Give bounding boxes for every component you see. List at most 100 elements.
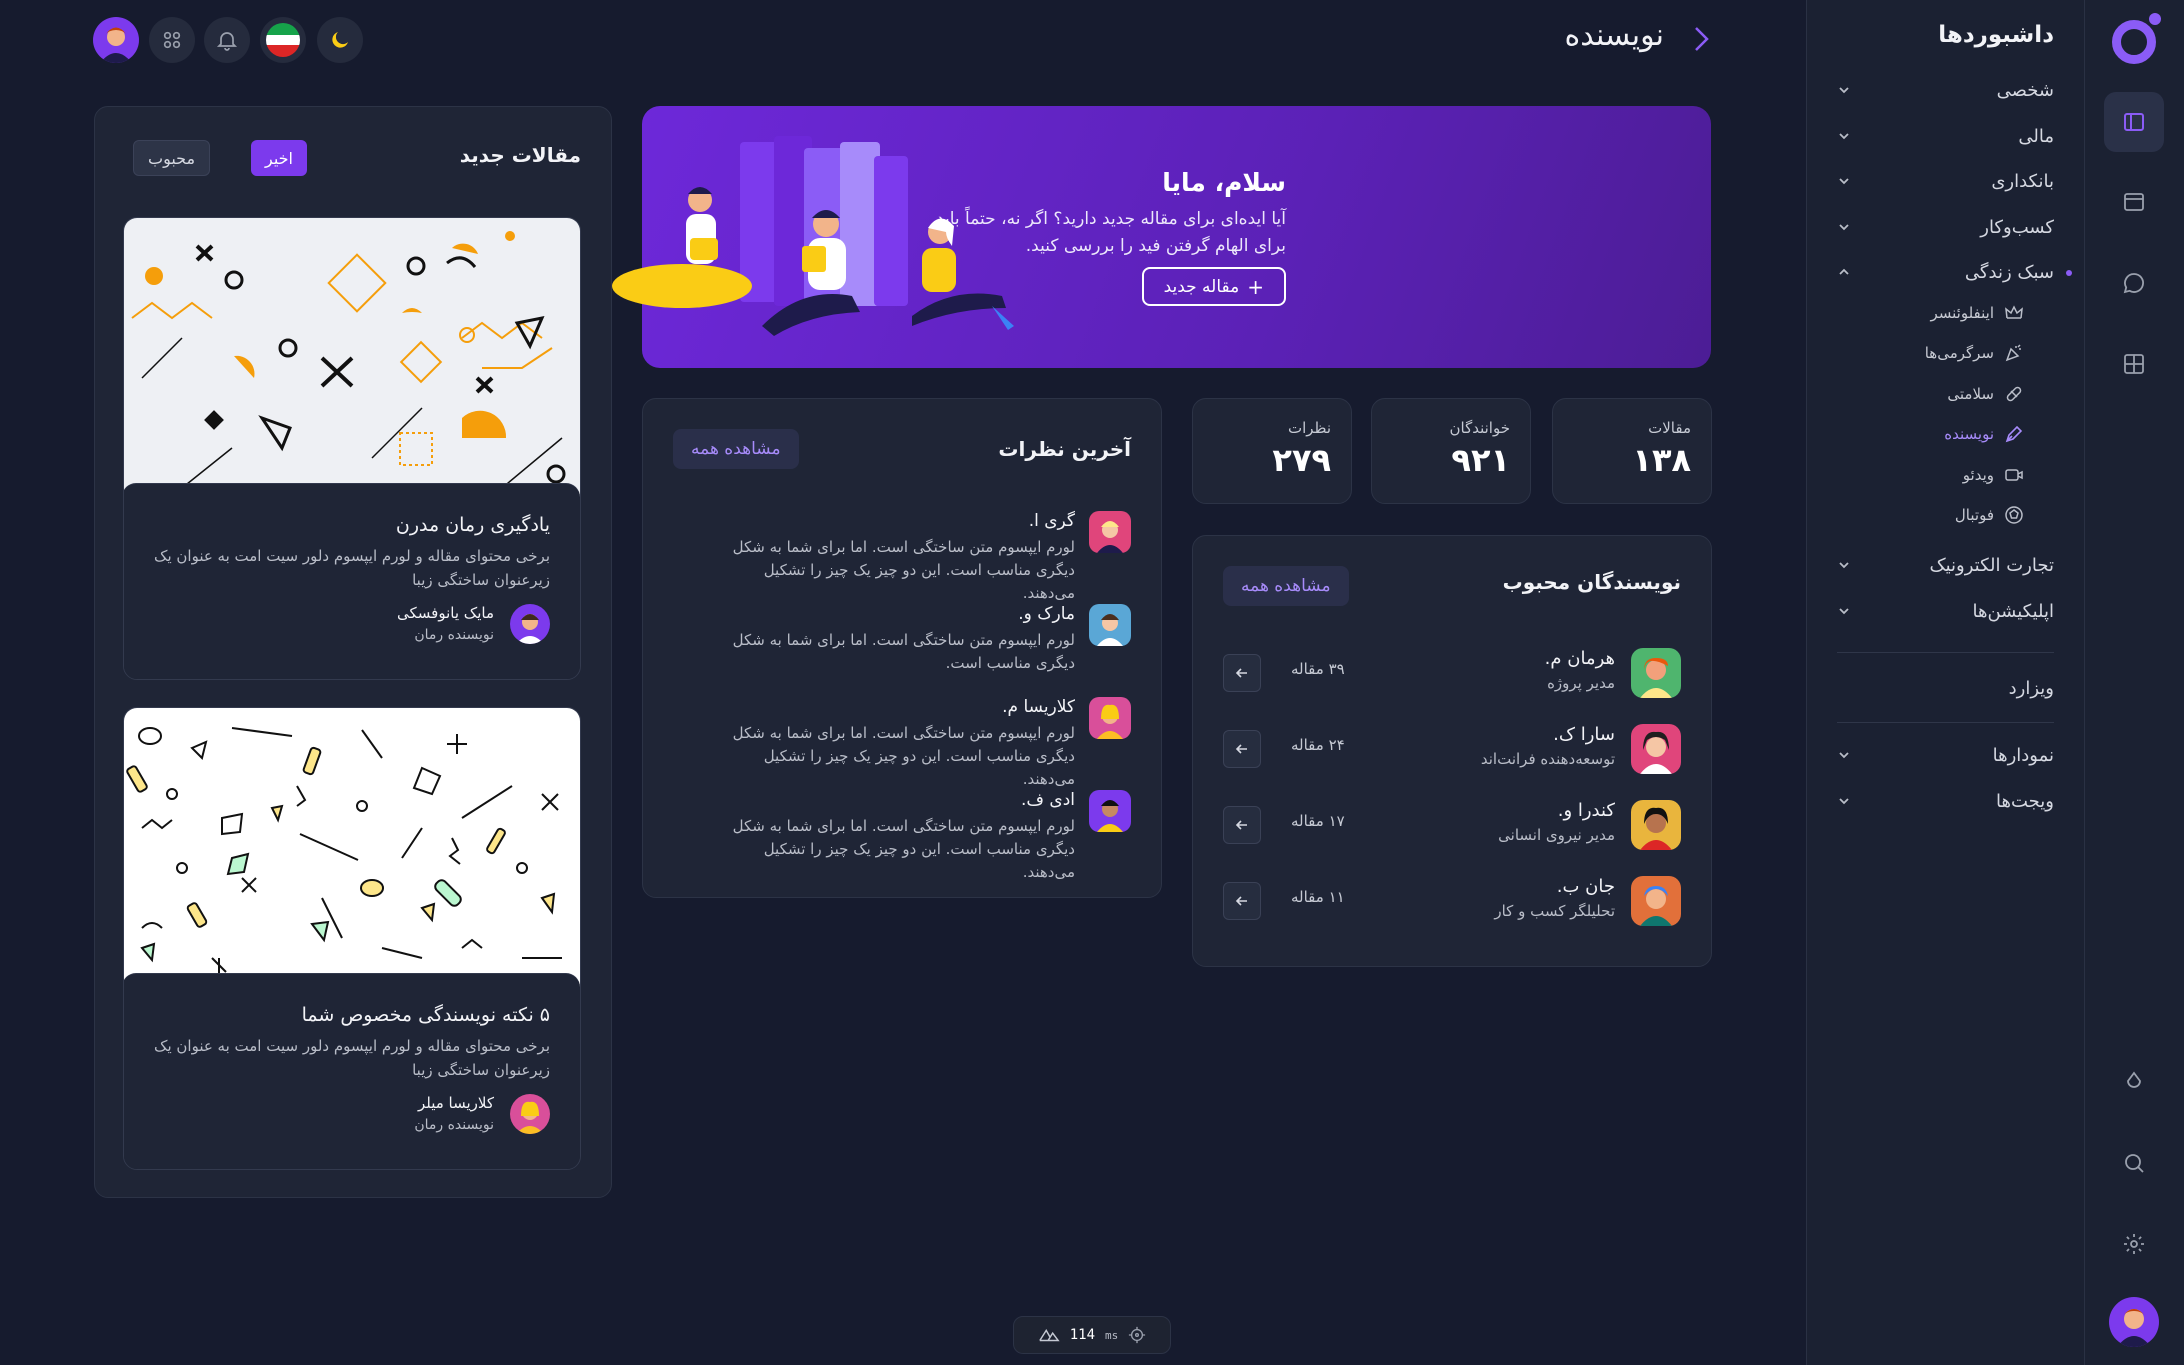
window-icon (2124, 193, 2144, 211)
chat-icon (2123, 273, 2144, 294)
pen-icon (2005, 425, 2023, 443)
new-articles-title: مقالات جدید (459, 143, 581, 167)
latest-comments-title: آخرین نظرات (998, 437, 1131, 461)
sidebar-subitem-football[interactable]: فوتبال (1955, 502, 2024, 528)
chevron-down-icon (1839, 224, 1849, 231)
sidebar-toggle-button[interactable] (2104, 92, 2164, 152)
chevron-up-icon (1839, 268, 1849, 275)
writer-open-button[interactable] (1223, 882, 1261, 920)
comment-avatar (1089, 511, 1131, 553)
tab-recent[interactable]: اخیر (251, 140, 307, 176)
writer-avatar (1631, 876, 1681, 926)
sidebar-item-apps[interactable]: اپلیکیشن‌ها (1837, 596, 2054, 626)
sidebar-item-charts[interactable]: نمودارها (1837, 740, 2054, 770)
page-title: نویسنده (1564, 18, 1664, 53)
arrow-left-icon (1235, 896, 1247, 906)
plus-icon: + (1247, 274, 1264, 299)
sidebar-item-business[interactable]: کسب‌وکار (1837, 212, 2054, 242)
comment-avatar (1089, 790, 1131, 832)
latest-comments-panel: آخرین نظرات مشاهده همه گری ا. لورم ایپسو… (642, 398, 1162, 898)
writer-row[interactable]: جان ب. تحلیلگر کسب و کار ۱۱ مقاله (1223, 872, 1681, 928)
sidebar-layout-icon (2124, 113, 2144, 131)
dashboard-sidebar: داشبوردها شخصی مالی بانکداری کسب‌وکار سب… (1806, 0, 2084, 1365)
writer-row[interactable]: کندرا و. مدیر نیروی انسانی ۱۷ مقاله (1223, 796, 1681, 852)
comment-item: کلاریسا م. لورم ایپسوم متن ساختگی است. ا… (673, 697, 1131, 788)
sidebar-divider (1837, 652, 2054, 653)
sidebar-item-banking[interactable]: بانکداری (1837, 166, 2054, 196)
sidebar-subitem-writer[interactable]: نویسنده (1944, 421, 2024, 447)
stat-card-readers: خوانندگان ۹۲۱ (1371, 398, 1531, 504)
comments-view-all-button[interactable]: مشاهده همه (673, 429, 799, 469)
gear-icon (2124, 1234, 2144, 1254)
user-avatar[interactable] (2109, 1297, 2159, 1347)
shapes-pattern-image (124, 708, 580, 988)
sidebar-subitem-influencer[interactable]: اینفلوئنسر (1930, 300, 2024, 326)
writer-row[interactable]: هرمان م. مدیر پروژه ۳۹ مقاله (1223, 644, 1681, 700)
ball-icon (2005, 506, 2023, 524)
theme-drop-button[interactable] (2104, 1052, 2164, 1112)
nuxt-logo-icon (1038, 1328, 1060, 1342)
app-logo[interactable] (2112, 13, 2161, 64)
arrow-left-icon (1235, 668, 1247, 678)
droplet-icon (2127, 1071, 2141, 1088)
sidebar-subitem-hobbies[interactable]: سرگرمی‌ها (1925, 340, 2024, 366)
article-card[interactable]: یادگیری رمان مدرن برخی محتوای مقاله و لو… (123, 217, 581, 680)
tab-popular[interactable]: محبوب (133, 140, 211, 176)
party-icon (2005, 344, 2021, 362)
performance-status[interactable]: 114 ms (1013, 1316, 1171, 1354)
sidebar-item-ecommerce[interactable]: تجارت الکترونیک (1837, 550, 2054, 580)
sidebar-title: داشبوردها (1938, 22, 2054, 48)
writer-avatar (1631, 800, 1681, 850)
comment-item: ادی ف. لورم ایپسوم متن ساختگی است. اما ب… (673, 790, 1131, 881)
author-avatar (510, 1094, 550, 1134)
sidebar-item-widgets[interactable]: ویجت‌ها (1837, 786, 2054, 816)
article-body: ۵ نکته نویسندگی مخصوص شما برخی محتوای مق… (124, 973, 580, 1169)
messages-button[interactable] (2104, 253, 2164, 313)
writer-open-button[interactable] (1223, 654, 1261, 692)
chevron-down-icon (1839, 178, 1849, 185)
comment-item: گری ا. لورم ایپسوم متن ساختگی است. اما ب… (673, 511, 1131, 602)
writers-view-all-button[interactable]: مشاهده همه (1223, 566, 1349, 606)
sidebar-item-finance[interactable]: مالی (1837, 121, 2054, 151)
sidebar-subitem-health[interactable]: سلامتی (1947, 381, 2024, 407)
theme-toggle-button[interactable] (317, 17, 363, 63)
iran-flag-icon (266, 23, 300, 57)
article-body: یادگیری رمان مدرن برخی محتوای مقاله و لو… (124, 483, 580, 679)
bell-icon (216, 32, 238, 51)
notifications-button[interactable] (204, 17, 250, 63)
memphis-pattern-image (124, 218, 580, 498)
apps-grid-icon (163, 31, 181, 49)
chevron-back-icon[interactable] (1688, 24, 1714, 54)
browser-button[interactable] (2104, 172, 2164, 232)
sidebar-subitem-video[interactable]: ویدئو (1963, 462, 2024, 488)
chevron-down-icon (1839, 562, 1849, 569)
stat-card-articles: مقالات ۱۳۸ (1552, 398, 1712, 504)
chevron-down-icon (1839, 608, 1849, 615)
target-icon (1129, 1326, 1146, 1344)
pill-icon (2006, 386, 2022, 402)
arrow-left-icon (1235, 744, 1247, 754)
search-button[interactable] (2104, 1133, 2164, 1193)
new-article-button[interactable]: + مقاله جدید (1141, 267, 1286, 306)
search-icon (2125, 1154, 2144, 1173)
arrow-left-icon (1235, 820, 1247, 830)
article-card[interactable]: ۵ نکته نویسندگی مخصوص شما برخی محتوای مق… (123, 707, 581, 1170)
header-avatar[interactable] (93, 17, 139, 63)
settings-button[interactable] (2104, 1214, 2164, 1274)
writer-avatar (1631, 724, 1681, 774)
popular-writers-title: نویسندگان محبوب (1502, 570, 1681, 594)
language-button[interactable] (260, 17, 306, 63)
chevron-down-icon (1839, 752, 1849, 759)
sidebar-item-lifestyle[interactable]: سبک زندگی (1837, 257, 2054, 287)
sidebar-item-wizard[interactable]: ویزارد (1837, 673, 2054, 703)
chevron-down-icon (1839, 798, 1849, 805)
icon-rail (2084, 0, 2184, 1365)
writer-open-button[interactable] (1223, 806, 1261, 844)
apps-button[interactable] (149, 17, 195, 63)
layouts-button[interactable] (2104, 334, 2164, 394)
sidebar-item-personal[interactable]: شخصی (1837, 75, 2054, 105)
writer-open-button[interactable] (1223, 730, 1261, 768)
active-indicator-dot (2066, 270, 2072, 276)
writer-avatar (1631, 648, 1681, 698)
writer-row[interactable]: سارا ک. توسعه‌دهنده فرانت‌اند ۲۴ مقاله (1223, 720, 1681, 776)
